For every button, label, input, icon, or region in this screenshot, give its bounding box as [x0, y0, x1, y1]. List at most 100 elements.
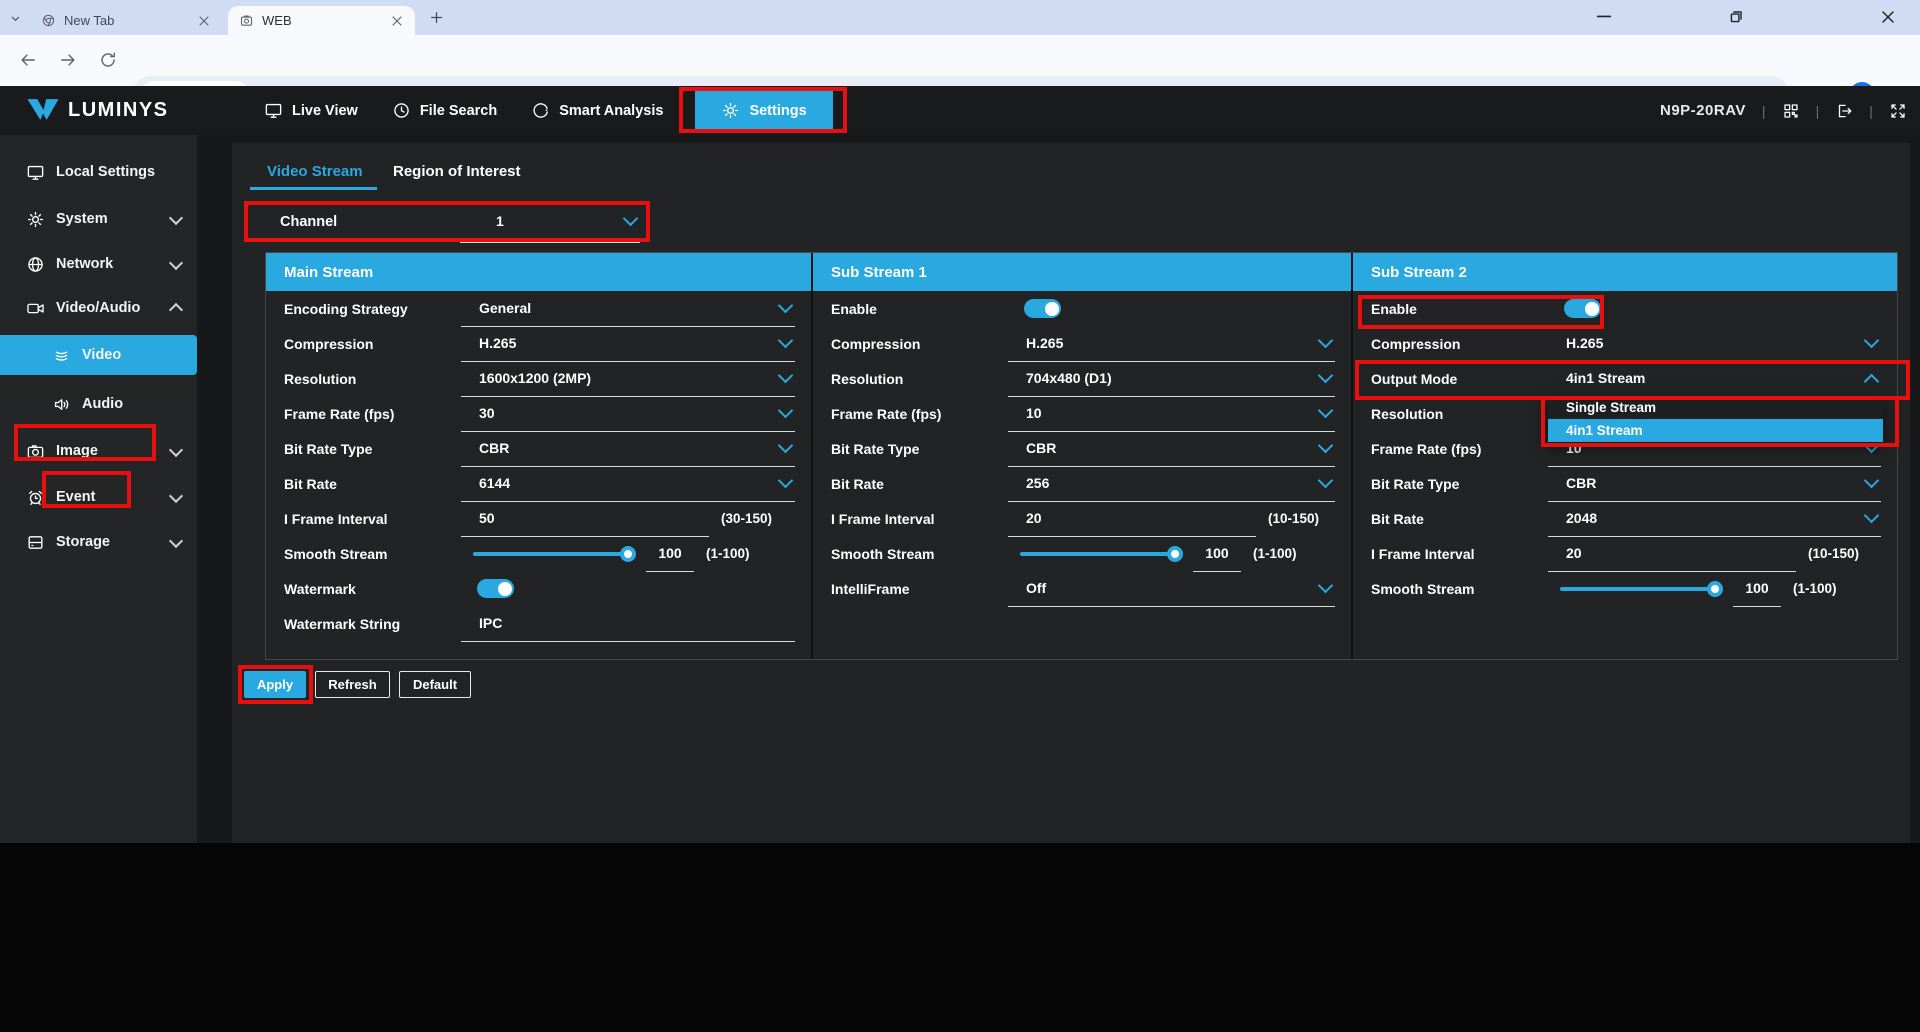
control-area: 100(1-100): [1548, 571, 1881, 606]
dropdown-option-single-stream[interactable]: Single Stream: [1548, 396, 1883, 419]
slider-thumb[interactable]: [1167, 546, 1183, 562]
field-row-i-frame-interval: I Frame Interval20(10-150): [1353, 536, 1897, 571]
select-value: 1600x1200 (2MP): [461, 370, 591, 386]
watermark-toggle[interactable]: [477, 579, 514, 598]
refresh-button[interactable]: [98, 50, 118, 70]
field-row-watermark-string: Watermark StringIPC: [266, 606, 811, 641]
refresh-button-app[interactable]: Refresh: [315, 671, 390, 698]
browser-tab-new-tab[interactable]: New Tab: [30, 6, 222, 35]
device-id: N9P-20RAV: [1660, 102, 1746, 119]
encoding-strategy-select[interactable]: General: [461, 291, 795, 327]
nav-file-search[interactable]: File Search: [390, 86, 499, 135]
nav-live-view[interactable]: Live View: [262, 86, 360, 135]
sidebar-item-image[interactable]: Image: [0, 433, 197, 469]
enable-toggle[interactable]: [1024, 299, 1061, 318]
field-label: Bit Rate: [1353, 511, 1548, 527]
bit-rate-select[interactable]: 2048: [1548, 501, 1881, 537]
slider-thumb[interactable]: [1707, 581, 1723, 597]
sidebar-item-system[interactable]: System: [0, 201, 197, 237]
channel-select[interactable]: 1: [460, 201, 640, 243]
bit-rate-type-select[interactable]: CBR: [461, 431, 795, 467]
slider-thumb[interactable]: [620, 546, 636, 562]
logout-icon[interactable]: [1835, 102, 1853, 120]
sidebar-item-event[interactable]: Event: [0, 479, 197, 515]
field-row-frame-rate-fps: Frame Rate (fps)30: [266, 396, 811, 431]
brand-name: LUMINYS: [68, 99, 169, 122]
i-frame-interval-input[interactable]: 50: [461, 501, 709, 537]
field-row-bit-rate: Bit Rate256: [813, 466, 1351, 501]
browser-tab-web[interactable]: WEB: [228, 6, 415, 35]
watermark-string-input[interactable]: IPC: [461, 606, 795, 642]
i-frame-interval-input[interactable]: 20: [1008, 501, 1256, 537]
back-button[interactable]: [18, 50, 38, 70]
window-restore-button[interactable]: [1726, 7, 1746, 27]
tab-search-chevron-icon[interactable]: [8, 11, 23, 26]
fullscreen-icon[interactable]: [1889, 102, 1907, 120]
sidebar-item-network[interactable]: Network: [0, 246, 197, 282]
chrome-favicon-icon: [41, 13, 56, 28]
compression-select[interactable]: H.265: [461, 326, 795, 362]
chevron-down-icon: [778, 368, 794, 384]
chevron-down-icon: [778, 403, 794, 419]
window-minimize-button[interactable]: [1593, 5, 1615, 27]
smooth-stream-value-input[interactable]: 100: [1193, 536, 1241, 572]
default-button[interactable]: Default: [399, 671, 471, 698]
nav-label: Smart Analysis: [559, 103, 663, 119]
intelliframe-select[interactable]: Off: [1008, 571, 1335, 607]
input-value: IPC: [461, 615, 502, 631]
smooth-stream-slider[interactable]: [1560, 587, 1720, 591]
nav-settings[interactable]: Settings: [695, 89, 832, 133]
smooth-stream-value-input[interactable]: 100: [1733, 571, 1781, 607]
input-value: 100: [1745, 580, 1768, 596]
compression-select[interactable]: H.265: [1548, 326, 1881, 362]
field-label: Bit Rate: [266, 476, 461, 492]
dropdown-option-4in1-stream[interactable]: 4in1 Stream: [1548, 419, 1883, 442]
separator: |: [1816, 103, 1820, 119]
bit-rate-type-select[interactable]: CBR: [1008, 431, 1335, 467]
smooth-stream-slider[interactable]: [1020, 552, 1180, 556]
enable-toggle[interactable]: [1564, 299, 1601, 318]
field-row-watermark: Watermark: [266, 571, 811, 606]
sidebar-item-video[interactable]: Video: [0, 337, 197, 373]
sidebar-item-local-settings[interactable]: Local Settings: [0, 154, 197, 190]
smooth-stream-value-input[interactable]: 100: [646, 536, 694, 572]
app-header: LUMINYS Live View File Search Smart Anal…: [0, 86, 1920, 135]
output-mode-select[interactable]: 4in1 StreamSingle Stream4in1 Stream: [1548, 361, 1881, 397]
forward-button[interactable]: [58, 50, 78, 70]
system-icon: [26, 210, 45, 229]
nav-smart-analysis[interactable]: Smart Analysis: [529, 86, 665, 135]
qr-code-icon[interactable]: [1782, 102, 1800, 120]
tab-close-icon[interactable]: [196, 13, 212, 29]
apply-button[interactable]: Apply: [244, 671, 306, 698]
tab-region-of-interest[interactable]: Region of Interest: [393, 163, 521, 180]
field-label: Encoding Strategy: [266, 301, 461, 317]
smooth-stream-slider[interactable]: [473, 552, 633, 556]
window-close-button[interactable]: [1878, 7, 1898, 27]
tab-close-icon[interactable]: [389, 13, 405, 29]
sidebar-item-video-audio[interactable]: Video/Audio: [0, 290, 197, 326]
select-value: 704x480 (D1): [1008, 370, 1112, 386]
chevron-down-icon: [1318, 438, 1334, 454]
bit-rate-type-select[interactable]: CBR: [1548, 466, 1881, 502]
field-label: Resolution: [266, 371, 461, 387]
bit-rate-select[interactable]: 256: [1008, 466, 1335, 502]
column-header-main-stream: Main Stream: [266, 253, 811, 291]
resolution-select[interactable]: 704x480 (D1): [1008, 361, 1335, 397]
sidebar-item-audio[interactable]: Audio: [0, 386, 197, 422]
frame-rate-fps-select[interactable]: 30: [461, 396, 795, 432]
browser-toolbar: Not secure 192.168.1.127/#/index/Setting…: [0, 35, 1920, 86]
chevron-down-icon: [778, 298, 794, 314]
frame-rate-fps-select[interactable]: 10: [1008, 396, 1335, 432]
i-frame-interval-input[interactable]: 20: [1548, 536, 1796, 572]
resolution-select[interactable]: 1600x1200 (2MP): [461, 361, 795, 397]
range-hint: (30-150): [721, 511, 772, 526]
field-label: Resolution: [1353, 406, 1548, 422]
local-settings-icon: [26, 163, 45, 182]
compression-select[interactable]: H.265: [1008, 326, 1335, 362]
browser-tab-strip: New Tab WEB: [0, 0, 1920, 35]
bit-rate-select[interactable]: 6144: [461, 466, 795, 502]
sidebar-item-storage[interactable]: Storage: [0, 524, 197, 560]
tab-video-stream[interactable]: Video Stream: [267, 163, 363, 180]
new-tab-button[interactable]: [428, 9, 445, 26]
chevron-up-icon: [1864, 373, 1880, 389]
